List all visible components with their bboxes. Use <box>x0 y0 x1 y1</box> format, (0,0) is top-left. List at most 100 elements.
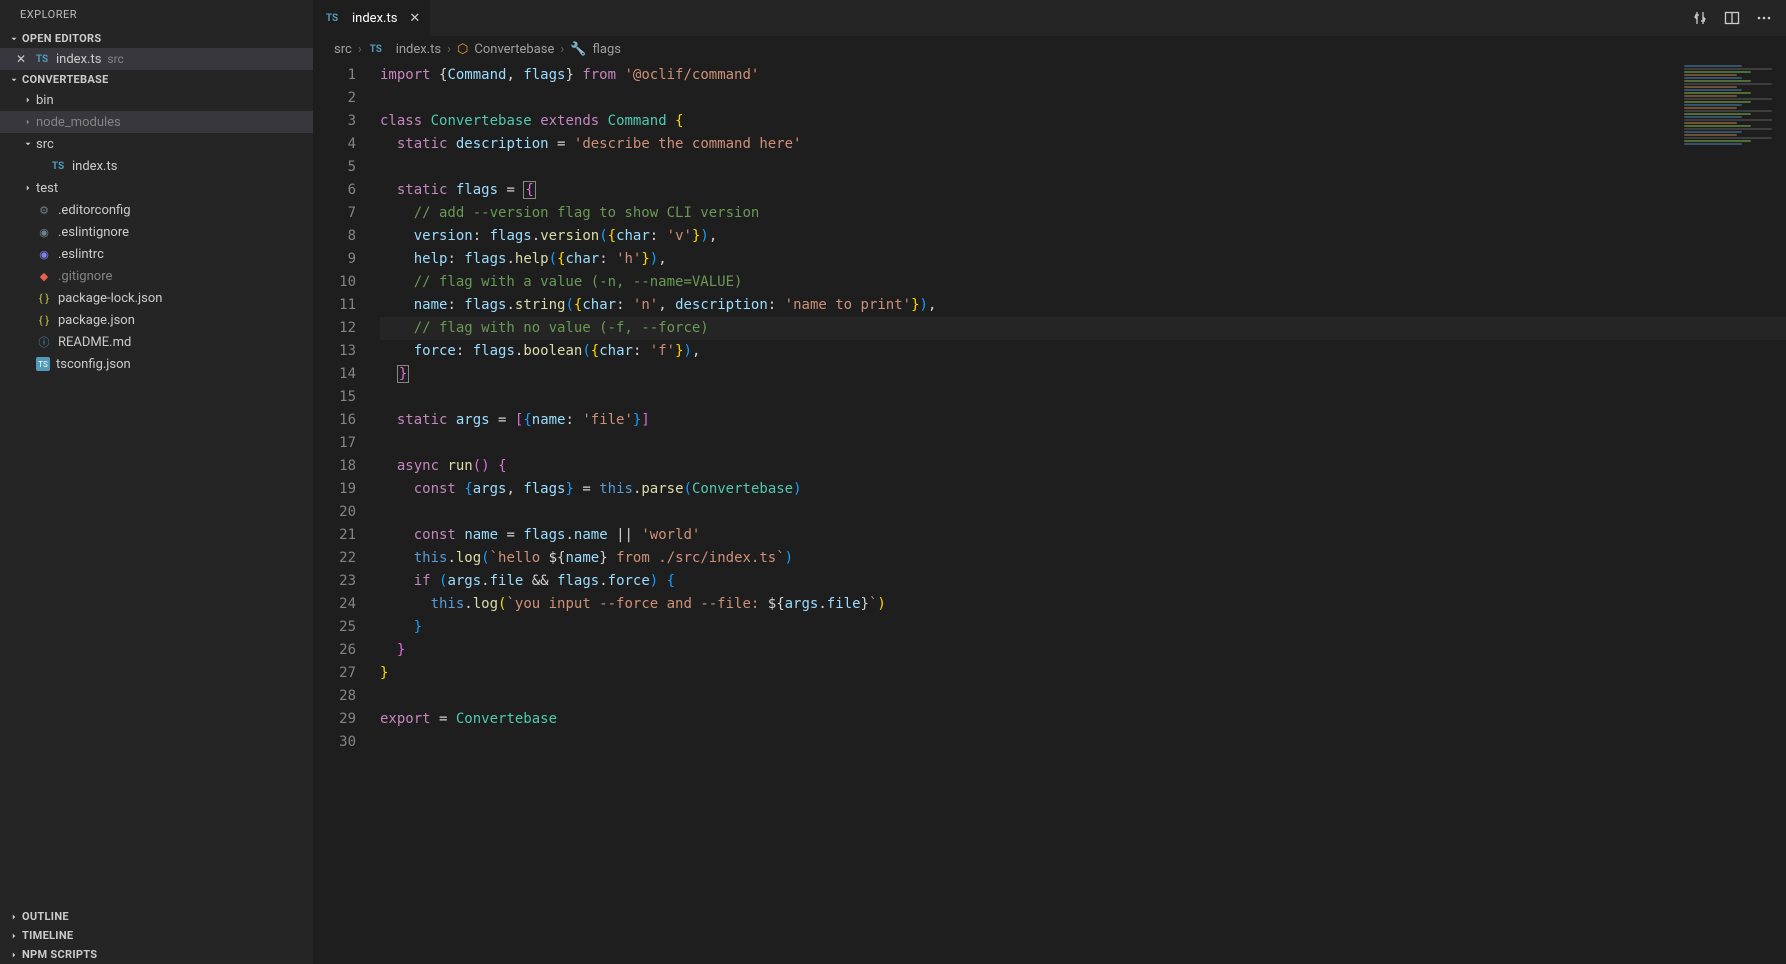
code-line[interactable]: static flags = { <box>380 179 1786 202</box>
code-line[interactable] <box>380 731 1786 754</box>
chevron-right-icon: › <box>358 42 362 57</box>
more-icon[interactable] <box>1756 10 1772 26</box>
npm-scripts-label: NPM SCRIPTS <box>22 948 97 961</box>
code-line[interactable]: async run() { <box>380 455 1786 478</box>
editor-area[interactable]: 1234567891011121314151617181920212223242… <box>314 62 1786 964</box>
split-editor-icon[interactable] <box>1724 10 1740 26</box>
code-line[interactable]: if (args.file && flags.force) { <box>380 570 1786 593</box>
breadcrumb-segment[interactable]: flags <box>593 42 621 57</box>
file-item[interactable]: ◆.gitignore <box>0 265 313 287</box>
code-line[interactable] <box>380 156 1786 179</box>
editor-main: TS index.ts ✕ src › TS index.ts › ⬡ Conv… <box>314 0 1786 964</box>
close-icon[interactable]: ✕ <box>12 52 30 66</box>
code-line[interactable]: const name = flags.name || 'world' <box>380 524 1786 547</box>
tree-item-label: README.md <box>58 335 131 350</box>
breadcrumb-segment[interactable]: src <box>334 42 352 57</box>
tree-item-label: .editorconfig <box>58 203 131 218</box>
open-editor-hint: src <box>107 52 123 66</box>
code-line[interactable]: // add --version flag to show CLI versio… <box>380 202 1786 225</box>
info-icon: ⓘ <box>36 334 52 350</box>
file-item[interactable]: { } package-lock.json <box>0 287 313 309</box>
file-item[interactable]: TStsconfig.json <box>0 353 313 375</box>
chevron-right-icon <box>6 912 22 922</box>
project-header[interactable]: CONVERTEBASE <box>0 70 313 89</box>
code-line[interactable]: import {Command, flags} from '@oclif/com… <box>380 64 1786 87</box>
chevron-down-icon <box>6 75 22 85</box>
folder-item[interactable]: test <box>0 177 313 199</box>
chevron-right-icon: › <box>447 42 451 57</box>
file-item[interactable]: ⚙.editorconfig <box>0 199 313 221</box>
code-content[interactable]: import {Command, flags} from '@oclif/com… <box>380 62 1786 964</box>
code-line[interactable]: const {args, flags} = this.parse(Convert… <box>380 478 1786 501</box>
file-item[interactable]: ◉.eslintignore <box>0 221 313 243</box>
code-line[interactable]: static args = [{name: 'file'}] <box>380 409 1786 432</box>
open-editors-header[interactable]: OPEN EDITORS <box>0 29 313 48</box>
code-line[interactable]: help: flags.help({char: 'h'}), <box>380 248 1786 271</box>
npm-scripts-header[interactable]: NPM SCRIPTS <box>0 945 313 964</box>
code-line[interactable] <box>380 685 1786 708</box>
open-editor-item[interactable]: ✕ TS index.ts src <box>0 48 313 70</box>
open-editor-filename: index.ts <box>56 52 101 67</box>
outline-label: OUTLINE <box>22 910 69 923</box>
code-line[interactable] <box>380 87 1786 110</box>
breadcrumb[interactable]: src › TS index.ts › ⬡ Convertebase › 🔧 f… <box>314 36 1786 62</box>
chevron-icon <box>20 117 36 127</box>
breadcrumb-segment[interactable]: Convertebase <box>474 42 554 57</box>
code-line[interactable] <box>380 432 1786 455</box>
ts-icon: TS <box>324 10 340 26</box>
file-item[interactable]: ◉.eslintrc <box>0 243 313 265</box>
chevron-icon <box>20 139 36 149</box>
json-icon: { } <box>36 290 52 306</box>
file-item[interactable]: TS index.ts <box>0 155 313 177</box>
json-icon: { } <box>36 312 52 328</box>
tree-item-label: package-lock.json <box>58 291 162 306</box>
tree-item-label: .gitignore <box>58 269 112 284</box>
code-line[interactable]: this.log(`hello ${name} from ./src/index… <box>380 547 1786 570</box>
code-line[interactable]: this.log(`you input --force and --file: … <box>380 593 1786 616</box>
tree-item-label: src <box>36 137 54 152</box>
code-line[interactable] <box>380 501 1786 524</box>
code-line[interactable]: // flag with a value (-n, --name=VALUE) <box>380 271 1786 294</box>
tree-item-label: index.ts <box>72 159 117 174</box>
code-line[interactable]: static description = 'describe the comma… <box>380 133 1786 156</box>
open-editors-label: OPEN EDITORS <box>22 32 101 45</box>
code-line[interactable]: } <box>380 662 1786 685</box>
code-line[interactable]: // flag with no value (-f, --force) <box>380 317 1786 340</box>
file-item[interactable]: { } package.json <box>0 309 313 331</box>
code-line[interactable]: } <box>380 639 1786 662</box>
tree-item-label: node_modules <box>36 115 121 130</box>
chevron-right-icon: › <box>560 42 564 57</box>
code-line[interactable]: version: flags.version({char: 'v'}), <box>380 225 1786 248</box>
folder-item[interactable]: src <box>0 133 313 155</box>
explorer-sidebar: EXPLORER OPEN EDITORS ✕ TS index.ts src … <box>0 0 314 964</box>
compare-icon[interactable] <box>1692 10 1708 26</box>
code-line[interactable]: export = Convertebase <box>380 708 1786 731</box>
code-line[interactable]: } <box>380 616 1786 639</box>
minimap[interactable] <box>1680 64 1776 174</box>
code-line[interactable]: force: flags.boolean({char: 'f'}), <box>380 340 1786 363</box>
close-icon[interactable]: ✕ <box>409 11 420 26</box>
tree-item-label: .eslintrc <box>58 247 104 262</box>
file-item[interactable]: ⓘ README.md <box>0 331 313 353</box>
ts-icon: TS <box>368 41 384 57</box>
ts-icon: TS <box>34 51 50 67</box>
tree-item-label: package.json <box>58 313 135 328</box>
tree-item-label: .eslintignore <box>58 225 129 240</box>
breadcrumb-segment[interactable]: index.ts <box>396 42 441 57</box>
outline-header[interactable]: OUTLINE <box>0 907 313 926</box>
code-line[interactable]: } <box>380 363 1786 386</box>
ts-icon: TS <box>50 158 66 174</box>
chevron-down-icon <box>6 34 22 44</box>
tree-item-label: tsconfig.json <box>56 357 131 372</box>
code-line[interactable]: name: flags.string({char: 'n', descripti… <box>380 294 1786 317</box>
tab-bar: TS index.ts ✕ <box>314 0 1786 36</box>
editor-tab[interactable]: TS index.ts ✕ <box>314 0 431 36</box>
sidebar-bottom: OUTLINE TIMELINE NPM SCRIPTS <box>0 907 313 964</box>
timeline-header[interactable]: TIMELINE <box>0 926 313 945</box>
code-line[interactable] <box>380 386 1786 409</box>
code-line[interactable]: class Convertebase extends Command { <box>380 110 1786 133</box>
folder-item[interactable]: node_modules <box>0 111 313 133</box>
chevron-icon <box>20 95 36 105</box>
folder-item[interactable]: bin <box>0 89 313 111</box>
symbol-class-icon: ⬡ <box>457 42 468 57</box>
